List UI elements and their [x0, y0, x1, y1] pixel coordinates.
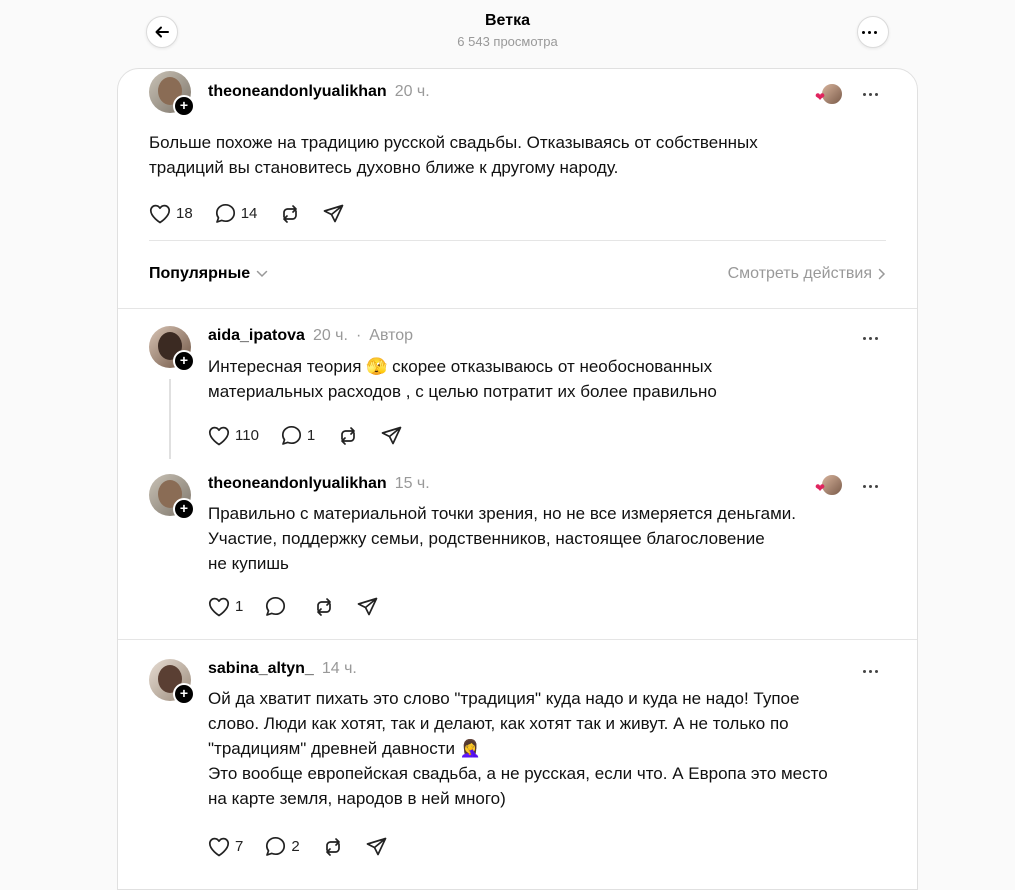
reply-actions: 7 2	[208, 836, 409, 857]
like-button[interactable]: 7	[208, 837, 243, 857]
timestamp[interactable]: 15 ч.	[395, 475, 430, 493]
reply-meta: sabina_altyn_ 14 ч.	[208, 660, 357, 678]
plus-icon[interactable]: +	[173, 350, 195, 372]
heart-icon	[208, 837, 230, 856]
share-button[interactable]	[381, 426, 402, 446]
share-icon	[357, 597, 378, 615]
comment-count: 14	[240, 205, 258, 222]
avatar[interactable]: +	[149, 326, 195, 372]
see-actions-link[interactable]: Смотреть действия	[728, 265, 886, 283]
plus-icon[interactable]: +	[173, 683, 195, 705]
like-count: 110	[235, 427, 259, 444]
comment-count: 1	[306, 427, 316, 444]
avatar[interactable]: +	[149, 474, 195, 520]
repost-button[interactable]	[322, 837, 344, 857]
post-more-icon[interactable]	[863, 89, 885, 99]
divider	[149, 240, 886, 241]
plus-icon[interactable]: +	[173, 95, 195, 117]
share-button[interactable]	[366, 837, 387, 857]
reply-actions: 110 1	[208, 425, 424, 446]
author-badge: Автор	[369, 327, 414, 344]
repost-icon	[325, 837, 340, 856]
avatar[interactable]: +	[149, 659, 195, 705]
comment-button[interactable]: 2	[265, 836, 300, 857]
thread-card: + theoneandonlyualikhan 20 ч. ❤ Больше п…	[117, 68, 918, 890]
comment-button[interactable]: 14	[215, 203, 258, 224]
like-count: 18	[176, 205, 193, 222]
plus-icon[interactable]: +	[173, 498, 195, 520]
reply-actions: 1	[208, 596, 400, 617]
username[interactable]: theoneandonlyualikhan	[208, 475, 387, 493]
like-button[interactable]: 110	[208, 426, 259, 446]
header-more-button[interactable]	[857, 16, 889, 48]
comment-count: 2	[291, 838, 300, 855]
repost-button[interactable]	[279, 204, 301, 224]
share-icon	[324, 204, 344, 222]
reply-more-icon[interactable]	[863, 666, 885, 676]
comment-icon	[266, 596, 286, 616]
like-count: 1	[235, 598, 244, 615]
reply-text: Ой да хватит пихать это слово "традиция"…	[208, 689, 828, 808]
reply-more-icon[interactable]	[863, 333, 885, 343]
reply-sabina: + sabina_altyn_ 14 ч. Ой да хватит пихат…	[118, 640, 917, 870]
comment-button[interactable]: 1	[281, 425, 315, 446]
share-icon	[366, 837, 387, 855]
share-button[interactable]	[323, 204, 344, 224]
heart-icon	[208, 426, 230, 445]
share-button[interactable]	[357, 597, 378, 617]
share-icon	[381, 426, 402, 444]
reply-text: Правильно с материальной точки зрения, н…	[208, 504, 796, 573]
reply-ualikhan: + theoneandonlyualikhan 15 ч. ❤ Правильн…	[118, 469, 917, 639]
reaction-avatars[interactable]: ❤	[815, 83, 843, 105]
chevron-down-icon	[256, 270, 268, 278]
comment-icon	[266, 836, 286, 856]
avatar[interactable]: +	[149, 71, 195, 117]
repost-icon	[283, 204, 298, 223]
repost-icon	[317, 597, 332, 616]
username[interactable]: aida_ipatova	[208, 327, 305, 345]
post-meta: theoneandonlyualikhan 20 ч.	[208, 83, 430, 101]
heart-reaction-icon: ❤	[815, 90, 826, 104]
post-text: Больше похоже на традицию русской свадьб…	[149, 133, 758, 177]
heart-icon	[149, 204, 171, 223]
chevron-right-icon	[878, 268, 886, 280]
comment-icon	[281, 425, 301, 445]
timestamp[interactable]: 20 ч.	[313, 327, 348, 345]
username[interactable]: theoneandonlyualikhan	[208, 83, 387, 101]
reply-meta: aida_ipatova 20 ч. · Автор	[208, 327, 414, 345]
reply-meta: theoneandonlyualikhan 15 ч.	[208, 475, 430, 493]
like-button[interactable]: 1	[208, 597, 243, 617]
reply-more-icon[interactable]	[863, 481, 885, 491]
reply-aida: + aida_ipatova 20 ч. · Автор Интересная …	[118, 309, 917, 469]
sort-dropdown[interactable]: Популярные	[149, 265, 268, 283]
sort-bar: Популярные Смотреть действия	[149, 259, 886, 289]
thread-line	[169, 379, 171, 459]
timestamp[interactable]: 20 ч.	[395, 83, 430, 101]
timestamp[interactable]: 14 ч.	[322, 660, 357, 678]
comment-icon	[215, 203, 235, 223]
reply-text: Интересная теория 🫣 скорее отказываюсь о…	[208, 357, 717, 401]
top-bar: Ветка 6 543 просмотра	[0, 0, 1015, 68]
repost-icon	[341, 426, 356, 445]
reaction-avatars[interactable]: ❤	[815, 474, 843, 496]
comment-button[interactable]	[265, 596, 291, 617]
more-icon	[862, 27, 884, 37]
repost-button[interactable]	[337, 426, 359, 446]
repost-button[interactable]	[313, 597, 335, 617]
username[interactable]: sabina_altyn_	[208, 660, 314, 678]
heart-icon	[208, 597, 230, 616]
like-count: 7	[235, 838, 244, 855]
post-actions: 18 14	[149, 203, 366, 224]
heart-reaction-icon: ❤	[815, 481, 826, 495]
like-button[interactable]: 18	[149, 204, 193, 224]
